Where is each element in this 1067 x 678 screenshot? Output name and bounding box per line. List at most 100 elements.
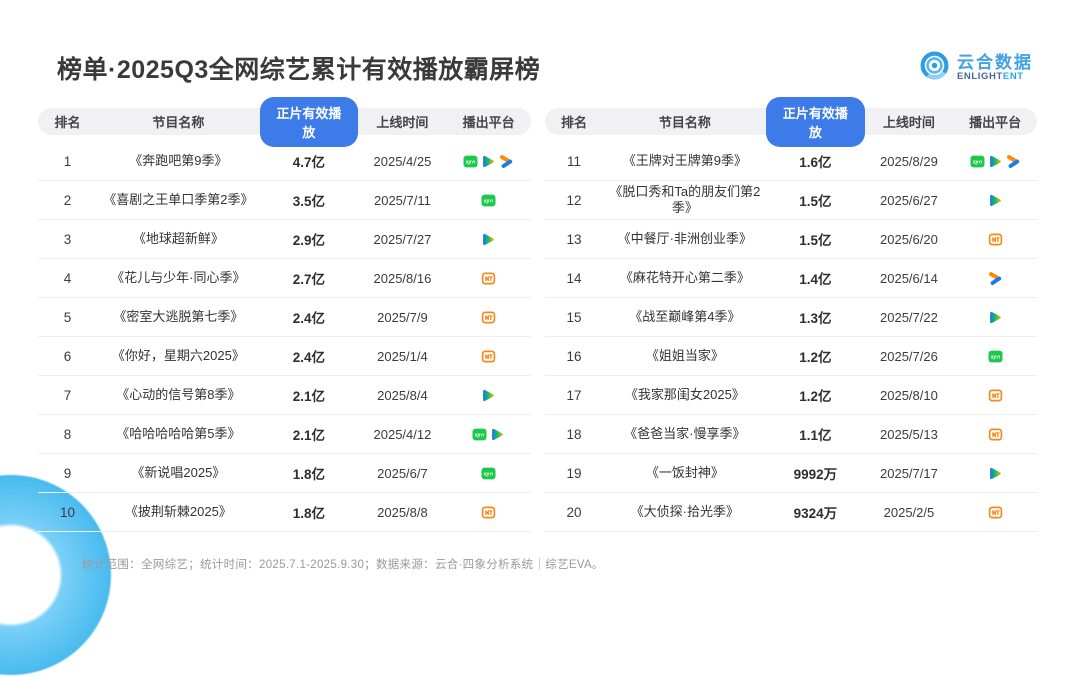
cell-rank: 14 — [566, 270, 582, 286]
cell-date: 2025/7/11 — [373, 192, 431, 208]
enlightent-swirl-icon — [919, 50, 950, 86]
cell-views: 9324万 — [793, 506, 838, 521]
cell-views: 1.6亿 — [799, 155, 832, 170]
column-header: 节目名称 — [658, 115, 711, 130]
cell-platforms — [953, 505, 1037, 520]
table-row: 18 《爸爸当家·慢享季》 1.1亿 2025/5/13 — [544, 415, 1037, 454]
cell-name: 《披荆斩棘2025》 — [124, 503, 232, 519]
cell-date: 2025/4/25 — [373, 153, 432, 169]
table-row: 8 《哈哈哈哈哈第5季》 2.1亿 2025/4/12 iQIYI — [38, 415, 531, 454]
cell-rank: 2 — [63, 192, 72, 208]
cell-rank: 16 — [566, 348, 582, 364]
page-header: 榜单·2025Q3全网综艺累计有效播放霸屏榜 云合数据 ENLIGHTENT — [57, 44, 1033, 92]
iqiyi-icon: iQIYI — [988, 349, 1003, 364]
cell-views: 1.2亿 — [799, 350, 832, 365]
cell-platforms: iQIYI — [953, 349, 1037, 364]
cell-views: 1.8亿 — [292, 467, 325, 482]
cell-rank: 6 — [63, 348, 72, 364]
cell-views: 2.4亿 — [292, 350, 325, 365]
youku-icon — [988, 271, 1003, 286]
cell-rank: 15 — [566, 309, 582, 325]
cell-platforms — [953, 388, 1037, 403]
logo-brand-cn: 云合数据 — [957, 53, 1033, 73]
table-header-row: 排名 节目名称 正片有效播放 上线时间 播出平台 — [544, 96, 1037, 147]
svg-text:iQIYI: iQIYI — [990, 354, 1000, 359]
mgtv-icon — [481, 310, 496, 325]
cell-date: 2025/4/12 — [373, 426, 432, 442]
cell-platforms: iQIYI — [447, 427, 531, 442]
cell-platforms: iQIYI — [953, 154, 1037, 169]
svg-text:iQIYI: iQIYI — [972, 159, 982, 164]
youku-icon — [1006, 154, 1021, 169]
cell-date: 2025/2/5 — [883, 504, 935, 520]
iqiyi-icon: iQIYI — [463, 154, 478, 169]
mgtv-icon — [988, 388, 1003, 403]
cell-name: 《麻花特开心第二季》 — [619, 269, 750, 285]
table-row: 19 《一饭封神》 9992万 2025/7/17 — [544, 454, 1037, 493]
page-title: 榜单·2025Q3全网综艺累计有效播放霸屏榜 — [57, 56, 541, 84]
table-row: 13 《中餐厅·非洲创业季》 1.5亿 2025/6/20 — [544, 220, 1037, 259]
column-header: 播出平台 — [969, 115, 1022, 130]
cell-platforms — [447, 349, 531, 364]
cell-rank: 12 — [566, 192, 582, 208]
cell-platforms — [447, 271, 531, 286]
tencent-video-icon — [481, 232, 496, 247]
cell-rank: 11 — [567, 153, 582, 169]
cell-name: 《奔跑吧第9季》 — [129, 152, 228, 168]
cell-rank: 8 — [63, 426, 72, 442]
cell-name: 《我家那闺女2025》 — [624, 386, 745, 402]
table-row: 16 《姐姐当家》 1.2亿 2025/7/26 iQIYI — [544, 337, 1037, 376]
tencent-video-icon — [481, 388, 496, 403]
table-row: 17 《我家那闺女2025》 1.2亿 2025/8/10 — [544, 376, 1037, 415]
table-row: 3 《地球超新鲜》 2.9亿 2025/7/27 — [38, 220, 531, 259]
cell-views: 1.4亿 — [799, 272, 832, 287]
tencent-video-icon — [481, 154, 496, 169]
cell-platforms: iQIYI — [447, 466, 531, 481]
cell-views: 9992万 — [793, 467, 838, 482]
svg-text:iQIYI: iQIYI — [466, 159, 476, 164]
svg-text:iQIYI: iQIYI — [484, 471, 494, 476]
cell-rank: 7 — [63, 387, 72, 403]
cell-platforms — [953, 193, 1037, 208]
cell-rank: 3 — [63, 231, 72, 247]
cell-date: 2025/7/27 — [373, 231, 432, 247]
table-header-row: 排名 节目名称 正片有效播放 上线时间 播出平台 — [38, 96, 531, 147]
cell-name: 《战至巅峰第4季》 — [629, 308, 741, 324]
table-row: 7 《心动的信号第8季》 2.1亿 2025/8/4 — [38, 376, 531, 415]
cell-views: 2.4亿 — [292, 311, 325, 326]
column-header-views-pill: 正片有效播放 — [766, 96, 865, 147]
cell-name: 《哈哈哈哈哈第5季》 — [116, 425, 241, 441]
cell-platforms: iQIYI — [447, 193, 531, 208]
cell-name: 《花儿与少年·同心季》 — [111, 269, 246, 285]
cell-rank: 17 — [566, 387, 582, 403]
cell-rank: 13 — [566, 231, 582, 247]
cell-name: 《密室大逃脱第七季》 — [113, 308, 244, 324]
cell-views: 1.3亿 — [799, 311, 832, 326]
table-row: 20 《大侦探·拾光季》 9324万 2025/2/5 — [544, 493, 1037, 532]
table-row: 5 《密室大逃脱第七季》 2.4亿 2025/7/9 — [38, 298, 531, 337]
table-row: 10 《披荆斩棘2025》 1.8亿 2025/8/8 — [38, 493, 531, 532]
cell-views: 3.5亿 — [292, 194, 325, 209]
cell-views: 2.9亿 — [292, 233, 325, 248]
cell-rank: 4 — [63, 270, 72, 286]
cell-views: 1.5亿 — [799, 233, 832, 248]
mgtv-icon — [481, 271, 496, 286]
cell-views: 1.2亿 — [799, 389, 832, 404]
cell-platforms: iQIYI — [447, 154, 531, 169]
cell-views: 4.7亿 — [292, 155, 325, 170]
cell-name: 《喜剧之王单口季第2季》 — [103, 191, 254, 207]
table-row: 4 《花儿与少年·同心季》 2.7亿 2025/8/16 — [38, 259, 531, 298]
iqiyi-icon: iQIYI — [481, 193, 496, 208]
cell-date: 2025/8/16 — [373, 270, 432, 286]
table-row: 9 《新说唱2025》 1.8亿 2025/6/7 iQIYI — [38, 454, 531, 493]
cell-name: 《一饭封神》 — [645, 464, 724, 480]
cell-date: 2025/5/13 — [880, 426, 938, 442]
mgtv-icon — [988, 427, 1003, 442]
tencent-video-icon — [988, 466, 1003, 481]
cell-name: 《心动的信号第8季》 — [116, 386, 241, 402]
cell-views: 1.5亿 — [799, 194, 832, 209]
svg-text:iQIYI: iQIYI — [484, 198, 494, 203]
mgtv-icon — [988, 505, 1003, 520]
cell-name: 《爸爸当家·慢享季》 — [624, 425, 746, 441]
cell-name: 《脱口秀和Ta的朋友们第2季》 — [609, 183, 761, 215]
